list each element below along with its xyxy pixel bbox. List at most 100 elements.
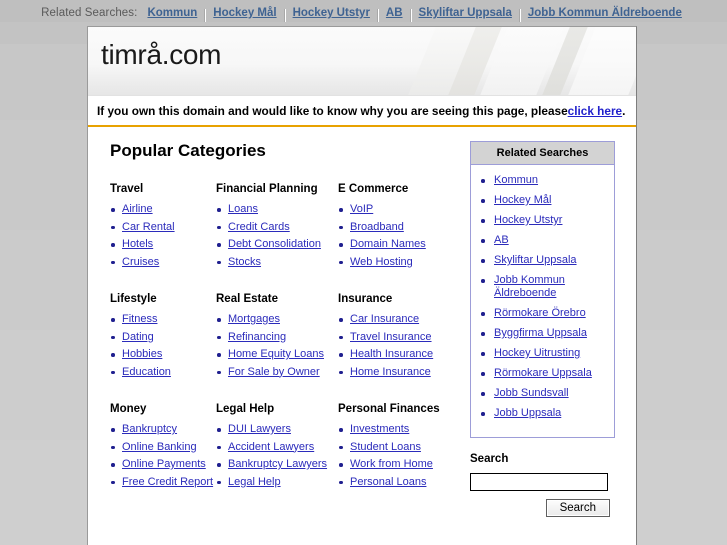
- top-related-link-skyliftar-uppsala[interactable]: Skyliftar Uppsala: [415, 7, 516, 19]
- search-input[interactable]: [470, 473, 608, 491]
- separator: [283, 8, 286, 22]
- category-link-credit-cards[interactable]: Credit Cards: [228, 221, 290, 233]
- category-link-investments[interactable]: Investments: [350, 423, 409, 435]
- category-link-personal-loans[interactable]: Personal Loans: [350, 476, 426, 488]
- category-link-web-hosting[interactable]: Web Hosting: [350, 256, 413, 268]
- sidebar-link-hockey-utstyr[interactable]: Hockey Utstyr: [494, 214, 562, 226]
- category-link-debt-consolidation[interactable]: Debt Consolidation: [228, 238, 321, 250]
- separator: [376, 8, 379, 22]
- popular-categories-title: Popular Categories: [110, 141, 266, 160]
- sidebar-link-jobb-kommun-aldreboende[interactable]: Jobb Kommun Äldreboende: [494, 274, 565, 299]
- category-link-refinancing[interactable]: Refinancing: [228, 331, 286, 343]
- list-item: Bankruptcy: [110, 423, 216, 436]
- top-related-link-jobb-kommun-aldreboende[interactable]: Jobb Kommun Äldreboende: [524, 7, 686, 19]
- sidebar-link-rormokare-orebro[interactable]: Rörmokare Örebro: [494, 307, 586, 319]
- list-item: Jobb Uppsala: [477, 407, 608, 420]
- list-item: Web Hosting: [338, 256, 456, 269]
- category-link-dui-lawyers[interactable]: DUI Lawyers: [228, 423, 291, 435]
- list-item: Broadband: [338, 221, 456, 234]
- category-link-voip[interactable]: VoIP: [350, 203, 373, 215]
- list-item: Hockey Uitrusting: [477, 347, 608, 360]
- category-link-for-sale-by-owner[interactable]: For Sale by Owner: [228, 366, 320, 378]
- category-link-online-banking[interactable]: Online Banking: [122, 441, 197, 453]
- list-item: Jobb Kommun Äldreboende: [477, 274, 608, 300]
- separator: [409, 8, 412, 22]
- list-item: Bankruptcy Lawyers: [216, 458, 338, 471]
- category-link-home-equity-loans[interactable]: Home Equity Loans: [228, 348, 324, 360]
- separator: [204, 8, 207, 22]
- top-related-searches-bar: Related Searches: Kommun Hockey Mål Hock…: [0, 0, 727, 26]
- list-item: VoIP: [338, 203, 456, 216]
- list-item: Investments: [338, 423, 456, 436]
- sidebar-link-skyliftar-uppsala[interactable]: Skyliftar Uppsala: [494, 254, 577, 266]
- top-related-link-kommun[interactable]: Kommun: [143, 7, 201, 19]
- category-link-domain-names[interactable]: Domain Names: [350, 238, 426, 250]
- category-link-accident-lawyers[interactable]: Accident Lawyers: [228, 441, 314, 453]
- domain-title: timrå.com: [101, 39, 222, 70]
- sidebar-link-kommun[interactable]: Kommun: [494, 174, 538, 186]
- category-link-online-payments[interactable]: Online Payments: [122, 458, 206, 470]
- category-link-car-rental[interactable]: Car Rental: [122, 221, 175, 233]
- list-item: Mortgages: [216, 313, 338, 326]
- sidebar-link-rormokare-uppsala[interactable]: Rörmokare Uppsala: [494, 367, 592, 379]
- category-link-free-credit-report[interactable]: Free Credit Report: [122, 476, 213, 488]
- top-related-link-ab[interactable]: AB: [382, 7, 407, 19]
- category-link-home-insurance[interactable]: Home Insurance: [350, 366, 431, 378]
- category-link-student-loans[interactable]: Student Loans: [350, 441, 421, 453]
- top-related-link-hockey-mal[interactable]: Hockey Mål: [209, 7, 280, 19]
- click-here-link[interactable]: click here: [568, 104, 622, 118]
- category-link-car-insurance[interactable]: Car Insurance: [350, 313, 419, 325]
- category-link-hotels[interactable]: Hotels: [122, 238, 153, 250]
- sidebar-link-byggfirma-uppsala[interactable]: Byggfirma Uppsala: [494, 327, 587, 339]
- search-label: Search: [470, 453, 509, 465]
- category-link-work-from-home[interactable]: Work from Home: [350, 458, 433, 470]
- category-travel: Travel Airline Car Rental Hotels Cruises: [110, 183, 216, 273]
- list-item: Travel Insurance: [338, 331, 456, 344]
- owner-notice-text-end: .: [622, 103, 626, 118]
- category-link-broadband[interactable]: Broadband: [350, 221, 404, 233]
- category-heading: Lifestyle: [110, 293, 157, 305]
- list-item: Free Credit Report: [110, 476, 216, 489]
- category-link-travel-insurance[interactable]: Travel Insurance: [350, 331, 432, 343]
- category-link-list: VoIP Broadband Domain Names Web Hosting: [338, 203, 456, 269]
- list-item: Home Equity Loans: [216, 348, 338, 361]
- list-item: Car Insurance: [338, 313, 456, 326]
- page-body: Popular Categories Travel Airline Car Re…: [88, 127, 636, 517]
- category-link-health-insurance[interactable]: Health Insurance: [350, 348, 433, 360]
- category-link-legal-help[interactable]: Legal Help: [228, 476, 281, 488]
- category-link-dating[interactable]: Dating: [122, 331, 154, 343]
- category-link-mortgages[interactable]: Mortgages: [228, 313, 280, 325]
- category-link-list: Bankruptcy Online Banking Online Payment…: [110, 423, 216, 489]
- popular-categories-column: Popular Categories Travel Airline Car Re…: [88, 127, 470, 517]
- list-item: Stocks: [216, 256, 338, 269]
- category-link-bankruptcy-lawyers[interactable]: Bankruptcy Lawyers: [228, 458, 327, 470]
- sidebar-link-ab[interactable]: AB: [494, 234, 509, 246]
- category-link-bankruptcy[interactable]: Bankruptcy: [122, 423, 177, 435]
- top-related-link-hockey-utstyr[interactable]: Hockey Utstyr: [289, 7, 374, 19]
- category-link-fitness[interactable]: Fitness: [122, 313, 157, 325]
- category-link-hobbies[interactable]: Hobbies: [122, 348, 162, 360]
- category-link-airline[interactable]: Airline: [122, 203, 153, 215]
- list-item: Debt Consolidation: [216, 238, 338, 251]
- list-item: Student Loans: [338, 441, 456, 454]
- sidebar-link-jobb-sundsvall[interactable]: Jobb Sundsvall: [494, 387, 569, 399]
- sidebar-link-hockey-mal[interactable]: Hockey Mål: [494, 194, 551, 206]
- related-searches-title: Related Searches: [471, 142, 614, 165]
- category-insurance: Insurance Car Insurance Travel Insurance…: [338, 293, 456, 383]
- category-link-loans[interactable]: Loans: [228, 203, 258, 215]
- list-item: Home Insurance: [338, 366, 456, 379]
- category-link-stocks[interactable]: Stocks: [228, 256, 261, 268]
- top-related-searches-label: Related Searches:: [41, 7, 138, 19]
- list-item: Byggfirma Uppsala: [477, 327, 608, 340]
- search-button[interactable]: Search: [545, 499, 610, 517]
- list-item: Skyliftar Uppsala: [477, 254, 608, 267]
- category-link-education[interactable]: Education: [122, 366, 171, 378]
- category-link-cruises[interactable]: Cruises: [122, 256, 159, 268]
- related-searches-panel: Related Searches Kommun Hockey Mål Hocke…: [470, 141, 615, 438]
- category-grid: Travel Airline Car Rental Hotels Cruises…: [110, 183, 470, 493]
- list-item: Accident Lawyers: [216, 441, 338, 454]
- sidebar-link-hockey-uitrusting[interactable]: Hockey Uitrusting: [494, 347, 580, 359]
- list-item: Rörmokare Örebro: [477, 307, 608, 320]
- list-item: Dating: [110, 331, 216, 344]
- sidebar-link-jobb-uppsala[interactable]: Jobb Uppsala: [494, 407, 561, 419]
